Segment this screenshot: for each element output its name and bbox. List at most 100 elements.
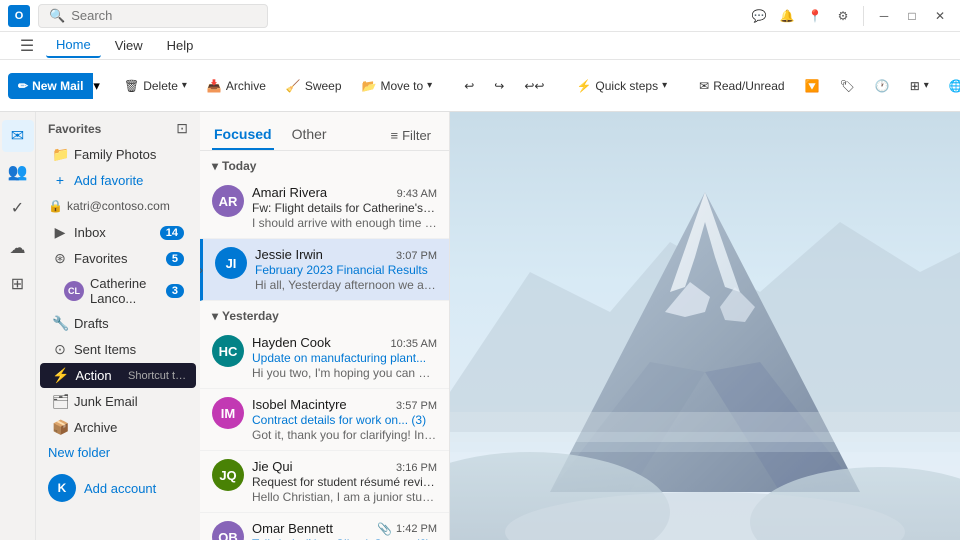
quick-steps-button[interactable]: ⚡ Quick steps ▾ [568, 75, 675, 97]
sidebar-item-action[interactable]: ⚡ Action Shortcut te... [40, 363, 196, 388]
add-account-item[interactable]: K Add account [36, 468, 200, 508]
sidebar-item-inbox[interactable]: ▶ Inbox 14 [40, 220, 196, 245]
archive-folder-icon: 📦 [52, 419, 68, 436]
delete-icon: 🗑 [124, 79, 139, 93]
email-header-isobel: Isobel Macintyre 3:57 PM [252, 397, 437, 412]
time-amari: 9:43 AM [397, 188, 437, 200]
email-content-amari: Amari Rivera 9:43 AM Fw: Flight details … [252, 185, 437, 230]
clock-button[interactable]: 🕐 [867, 75, 898, 97]
menu-view[interactable]: View [105, 34, 153, 57]
settings-icon-btn[interactable]: ⚙ [831, 4, 855, 28]
chat-icon-btn[interactable]: 💬 [747, 4, 771, 28]
omar-time-row: 📎 1:42 PM [377, 522, 437, 536]
sidebar-item-favorites-sub[interactable]: ⊛ Favorites 5 [40, 246, 196, 271]
nav-people-icon[interactable]: 👥 [2, 156, 34, 188]
reply-all-button[interactable]: ↩↩ [516, 75, 552, 97]
sidebar-item-catherine[interactable]: CL Catherine Lanco... 3 [40, 272, 196, 310]
hamburger-button[interactable]: ☰ [12, 31, 42, 61]
sent-label: Sent Items [74, 342, 184, 357]
avatar-jessie: JI [215, 247, 247, 279]
email-item-jie[interactable]: JQ Jie Qui 3:16 PM Request for student r… [200, 451, 449, 513]
sender-omar: Omar Bennett [252, 521, 333, 536]
sep [863, 6, 864, 26]
expand-favorites-btn[interactable]: ⊡ [176, 120, 188, 137]
nav-cloud-icon[interactable]: ☁ [2, 232, 34, 264]
search-input[interactable] [71, 8, 251, 23]
sweep-button[interactable]: 🧹 Sweep [278, 75, 350, 97]
favorites-sub-label: Favorites [74, 251, 160, 266]
action-label: Action [75, 368, 122, 383]
sidebar-item-sent[interactable]: ⊙ Sent Items [40, 337, 196, 362]
subject-isobel: Contract details for work on... (3) [252, 413, 437, 427]
translate-button[interactable]: 🌐 [941, 75, 960, 97]
delete-button[interactable]: 🗑 Delete ▾ [116, 75, 195, 97]
minimize-btn[interactable]: ─ [872, 4, 896, 28]
email-content-jessie: Jessie Irwin 3:07 PM February 2023 Finan… [255, 247, 437, 292]
search-box[interactable]: 🔍 [38, 4, 268, 28]
email-header-omar: Omar Bennett 📎 1:42 PM [252, 521, 437, 536]
tags-button[interactable]: 🏷 [832, 75, 863, 97]
read-unread-button[interactable]: ✉ Read/Unread [691, 75, 792, 97]
menu-help[interactable]: Help [157, 34, 204, 57]
nav-calendar-icon[interactable]: ✓ [2, 192, 34, 224]
location-icon-btn[interactable]: 📍 [803, 4, 827, 28]
archive-button[interactable]: 📥 Archive [199, 75, 274, 97]
filter-button-list[interactable]: ≡ Filter [385, 124, 437, 147]
avatar-jie: JQ [212, 459, 244, 491]
tab-focused[interactable]: Focused [212, 120, 274, 150]
email-content-hayden: Hayden Cook 10:35 AM Update on manufactu… [252, 335, 437, 380]
favorites-badge: 5 [166, 252, 184, 266]
redo-button[interactable]: ↪ [486, 75, 512, 97]
preview-jie: Hello Christian, I am a junior studying … [252, 490, 437, 504]
email-item-jessie[interactable]: › JI Jessie Irwin 3:07 PM February 2023 … [200, 239, 449, 301]
expand-jessie: › [200, 263, 203, 277]
view-button[interactable]: ⊞ ▾ [902, 75, 937, 97]
sidebar-item-family-photos[interactable]: 📁 Family Photos [40, 142, 196, 167]
new-mail-button[interactable]: ✏ New Mail [8, 73, 93, 99]
new-folder-link[interactable]: New folder [36, 441, 200, 464]
reply-all-icon: ↩↩ [524, 79, 544, 93]
email-content-omar: Omar Bennett 📎 1:42 PM Tailwinds (New Cl… [252, 521, 437, 540]
filter-button[interactable]: 🔽 [797, 75, 828, 97]
mountain-illustration [450, 112, 960, 540]
search-icon: 🔍 [49, 8, 65, 24]
time-omar: 1:42 PM [396, 523, 437, 535]
bell-icon-btn[interactable]: 🔔 [775, 4, 799, 28]
user-avatar: K [48, 474, 76, 502]
family-photos-label: Family Photos [74, 147, 184, 162]
email-item-amari[interactable]: AR Amari Rivera 9:43 AM Fw: Flight detai… [200, 177, 449, 239]
reading-pane-background [450, 112, 960, 540]
chevron-down-yesterday: ▾ [212, 309, 218, 323]
sidebar-item-junk[interactable]: 🗂 Junk Email [40, 389, 196, 414]
inbox-label: Inbox [74, 225, 154, 240]
close-btn[interactable]: ✕ [928, 4, 952, 28]
favorites-title: Favorites [48, 122, 101, 136]
new-mail-dropdown[interactable]: ▾ [93, 78, 100, 94]
nav-mail-icon[interactable]: ✉ [2, 120, 34, 152]
move-to-button[interactable]: 📂 Move to ▾ [354, 75, 441, 97]
sidebar-item-archive[interactable]: 📦 Archive [40, 415, 196, 440]
nav-apps-icon[interactable]: ⊞ [2, 268, 34, 300]
sidebar-item-add-favorite[interactable]: + Add favorite [40, 168, 196, 192]
tab-other[interactable]: Other [290, 120, 329, 150]
time-jie: 3:16 PM [396, 462, 437, 474]
add-account-label: Add account [84, 481, 156, 496]
menu-home[interactable]: Home [46, 33, 101, 58]
clock-icon: 🕐 [875, 79, 890, 93]
email-header-jie: Jie Qui 3:16 PM [252, 459, 437, 474]
email-item-omar[interactable]: › OB Omar Bennett 📎 1:42 PM Tailwinds (N… [200, 513, 449, 540]
date-divider-yesterday: ▾ Yesterday [200, 301, 449, 327]
subject-jessie: February 2023 Financial Results [255, 263, 437, 277]
sidebar-item-drafts[interactable]: 🔧 Drafts [40, 311, 196, 336]
archive-folder-label: Archive [74, 420, 184, 435]
star-icon: ⊛ [52, 250, 68, 267]
email-item-isobel[interactable]: › IM Isobel Macintyre 3:57 PM Contract d… [200, 389, 449, 451]
undo-button[interactable]: ↩ [456, 75, 482, 97]
subject-hayden: Update on manufacturing plant... [252, 351, 437, 365]
move-icon: 📂 [362, 79, 377, 93]
maximize-btn[interactable]: □ [900, 4, 924, 28]
drafts-label: Drafts [74, 316, 184, 331]
outlook-logo: O [8, 5, 30, 27]
email-item-hayden[interactable]: HC Hayden Cook 10:35 AM Update on manufa… [200, 327, 449, 389]
delete-dropdown-icon: ▾ [182, 80, 187, 91]
